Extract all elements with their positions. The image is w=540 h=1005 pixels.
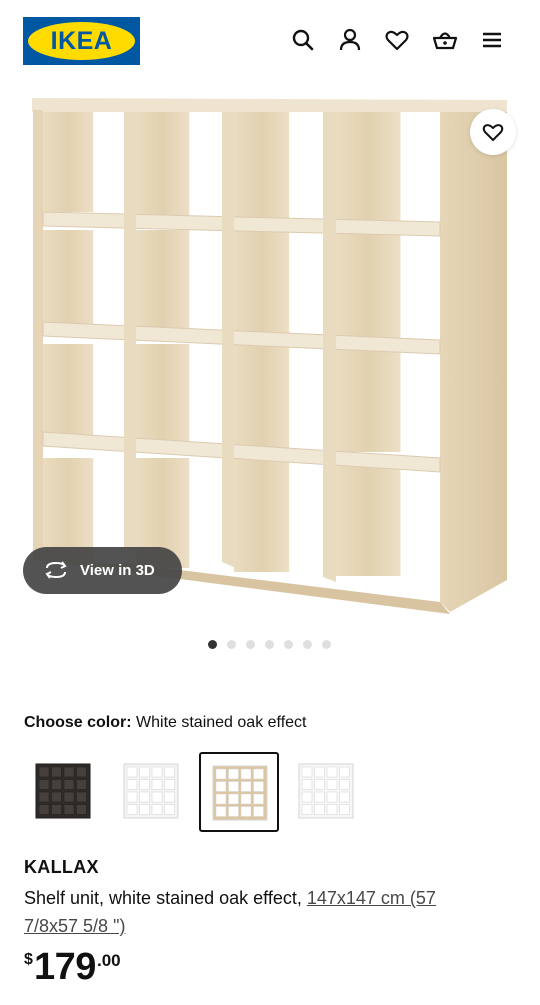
carousel-dot[interactable] bbox=[303, 640, 312, 649]
view-in-3d-button[interactable]: View in 3D bbox=[23, 547, 182, 594]
price-decimals: .00 bbox=[97, 951, 121, 970]
carousel-dot[interactable] bbox=[246, 640, 255, 649]
shelf-cell-inner-wall bbox=[336, 344, 401, 452]
shelf-cell-inner-wall bbox=[234, 230, 290, 334]
shelf-cell-inner-wall bbox=[136, 112, 190, 216]
heart-icon bbox=[482, 124, 504, 141]
color-choice-label: Choose color: White stained oak effect bbox=[24, 714, 306, 732]
shelf-cell-inner-wall bbox=[43, 230, 94, 326]
product-description: Shelf unit, white stained oak effect, 14… bbox=[24, 884, 494, 940]
heart-icon[interactable] bbox=[383, 26, 411, 54]
swatch-image-black-brown bbox=[35, 763, 91, 819]
swatch-white[interactable] bbox=[112, 752, 192, 832]
swatch-high-gloss-white[interactable] bbox=[287, 752, 367, 832]
swatch-white-stained-oak[interactable] bbox=[199, 752, 279, 832]
shelf-cell-inner-wall bbox=[234, 344, 290, 448]
product-name: KALLAX bbox=[24, 857, 99, 877]
product-type: Shelf unit, white stained oak effect, bbox=[24, 888, 307, 908]
search-icon[interactable] bbox=[289, 26, 317, 54]
logo-text: IKEA bbox=[50, 27, 113, 55]
ikea-logo[interactable]: IKEA bbox=[23, 17, 140, 65]
shelf-cell-inner-wall bbox=[336, 458, 401, 576]
swatch-black-brown[interactable] bbox=[24, 752, 104, 832]
shelf-cell-inner-wall bbox=[43, 344, 94, 440]
basket-icon[interactable] bbox=[431, 26, 459, 54]
header: IKEA bbox=[0, 0, 540, 82]
carousel-dot[interactable] bbox=[265, 640, 274, 649]
account-icon[interactable] bbox=[336, 26, 364, 54]
selected-color-name: White stained oak effect bbox=[136, 714, 307, 731]
swatch-image-oak bbox=[212, 765, 268, 821]
kallax-shelf-image bbox=[32, 98, 507, 614]
carousel-dot[interactable] bbox=[322, 640, 331, 649]
shelf-cell-inner-wall bbox=[136, 344, 190, 444]
price-currency: $ bbox=[24, 951, 33, 968]
shelf-cell-inner-wall bbox=[234, 458, 290, 572]
choose-color-heading: Choose color: bbox=[24, 714, 132, 731]
carousel-dot[interactable] bbox=[284, 640, 293, 649]
swatch-image-white bbox=[123, 763, 179, 819]
view-in-3d-label: View in 3D bbox=[80, 562, 155, 579]
product-image[interactable] bbox=[0, 82, 540, 622]
shelf-cell-inner-wall bbox=[336, 112, 401, 224]
carousel-dot[interactable] bbox=[208, 640, 217, 649]
price-integer: 179 bbox=[34, 946, 96, 988]
shelf-cell-inner-wall bbox=[43, 112, 94, 212]
menu-icon[interactable] bbox=[478, 26, 506, 54]
shelf-cell-inner-wall bbox=[336, 230, 401, 338]
shelf-cell-inner-wall bbox=[136, 230, 190, 330]
shelf-cell-inner-wall bbox=[234, 112, 290, 220]
swatch-image-gloss-white bbox=[298, 763, 354, 819]
rotate-3d-icon bbox=[45, 561, 67, 579]
carousel-dot[interactable] bbox=[227, 640, 236, 649]
save-to-favorites-button[interactable] bbox=[470, 109, 516, 155]
